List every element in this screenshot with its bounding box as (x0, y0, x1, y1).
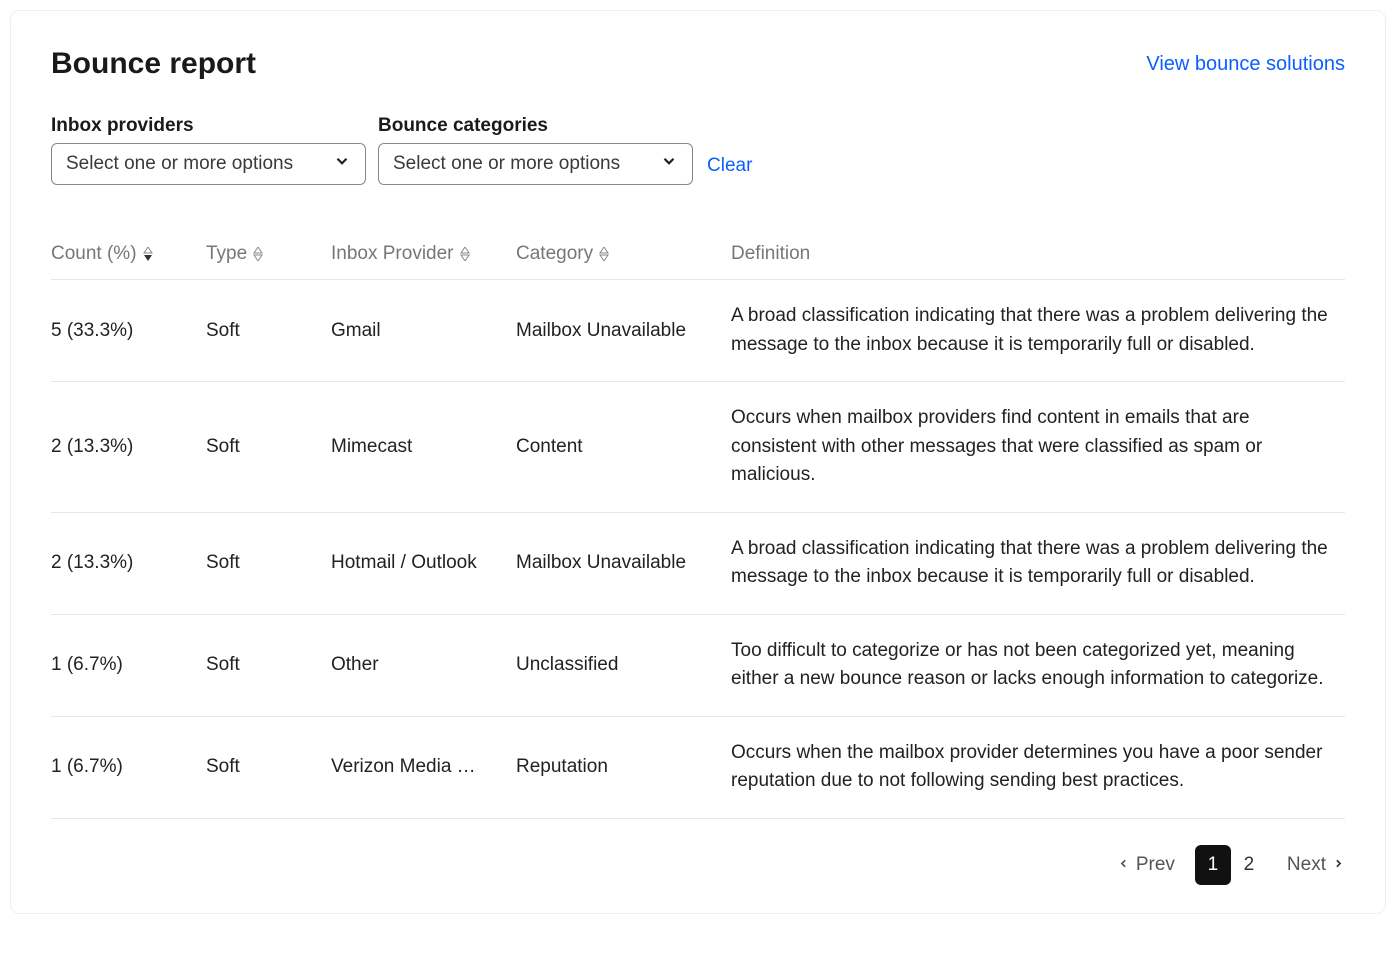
chevron-down-icon (333, 152, 351, 176)
bounce-categories-label: Bounce categories (378, 115, 693, 137)
page-number-1[interactable]: 1 (1195, 845, 1231, 885)
cell-category: Unclassified (516, 614, 731, 716)
col-count-label: Count (%) (51, 243, 137, 265)
cell-category: Mailbox Unavailable (516, 280, 731, 382)
cell-definition: Occurs when the mailbox provider determi… (731, 716, 1345, 818)
sort-icon (599, 247, 609, 261)
cell-provider: Hotmail / Outlook (331, 512, 516, 614)
chevron-left-icon (1117, 854, 1130, 876)
cell-category: Content (516, 382, 731, 513)
cell-count: 5 (33.3%) (51, 280, 206, 382)
cell-definition: A broad classification indicating that t… (731, 280, 1345, 382)
col-provider[interactable]: Inbox Provider (331, 229, 516, 280)
col-count[interactable]: Count (%) (51, 229, 206, 280)
cell-category: Mailbox Unavailable (516, 512, 731, 614)
cell-type: Soft (206, 280, 331, 382)
bounce-table: Count (%) Type (51, 229, 1345, 819)
inbox-providers-filter: Inbox providers Select one or more optio… (51, 115, 366, 185)
cell-count: 1 (6.7%) (51, 614, 206, 716)
cell-count: 2 (13.3%) (51, 382, 206, 513)
cell-provider: Verizon Media … (331, 716, 516, 818)
chevron-down-icon (660, 152, 678, 176)
cell-definition: Occurs when mailbox providers find conte… (731, 382, 1345, 513)
inbox-providers-placeholder: Select one or more options (66, 153, 293, 175)
page-title: Bounce report (51, 47, 256, 81)
filters-row: Inbox providers Select one or more optio… (51, 115, 1345, 185)
cell-definition: A broad classification indicating that t… (731, 512, 1345, 614)
cell-type: Soft (206, 512, 331, 614)
prev-label: Prev (1136, 854, 1175, 876)
next-label: Next (1287, 854, 1326, 876)
cell-count: 2 (13.3%) (51, 512, 206, 614)
col-definition-label: Definition (731, 243, 810, 264)
sort-icon (143, 247, 153, 261)
page-number-2[interactable]: 2 (1231, 845, 1267, 885)
cell-provider: Other (331, 614, 516, 716)
cell-count: 1 (6.7%) (51, 716, 206, 818)
pagination: Prev 12 Next (51, 845, 1345, 885)
clear-filters-link[interactable]: Clear (707, 155, 752, 177)
sort-icon (253, 247, 263, 261)
cell-type: Soft (206, 382, 331, 513)
col-provider-label: Inbox Provider (331, 243, 454, 265)
cell-type: Soft (206, 716, 331, 818)
cell-provider: Gmail (331, 280, 516, 382)
cell-category: Reputation (516, 716, 731, 818)
inbox-providers-select[interactable]: Select one or more options (51, 143, 366, 185)
inbox-providers-label: Inbox providers (51, 115, 366, 137)
bounce-categories-filter: Bounce categories Select one or more opt… (378, 115, 693, 185)
cell-type: Soft (206, 614, 331, 716)
bounce-categories-select[interactable]: Select one or more options (378, 143, 693, 185)
view-solutions-link[interactable]: View bounce solutions (1146, 53, 1345, 76)
chevron-right-icon (1332, 854, 1345, 876)
col-category[interactable]: Category (516, 229, 731, 280)
col-definition: Definition (731, 229, 1345, 280)
prev-button[interactable]: Prev (1117, 854, 1175, 876)
col-category-label: Category (516, 243, 593, 265)
cell-definition: Too difficult to categorize or has not b… (731, 614, 1345, 716)
next-button[interactable]: Next (1287, 854, 1345, 876)
cell-provider: Mimecast (331, 382, 516, 513)
sort-icon (460, 247, 470, 261)
col-type-label: Type (206, 243, 247, 265)
col-type[interactable]: Type (206, 229, 331, 280)
table-row: 1 (6.7%)SoftOtherUnclassifiedToo difficu… (51, 614, 1345, 716)
bounce-categories-placeholder: Select one or more options (393, 153, 620, 175)
table-row: 2 (13.3%)SoftMimecastContentOccurs when … (51, 382, 1345, 513)
header-row: Bounce report View bounce solutions (51, 47, 1345, 81)
table-row: 2 (13.3%)SoftHotmail / OutlookMailbox Un… (51, 512, 1345, 614)
table-row: 5 (33.3%)SoftGmailMailbox UnavailableA b… (51, 280, 1345, 382)
bounce-report-card: Bounce report View bounce solutions Inbo… (10, 10, 1386, 914)
table-row: 1 (6.7%)SoftVerizon Media …ReputationOcc… (51, 716, 1345, 818)
